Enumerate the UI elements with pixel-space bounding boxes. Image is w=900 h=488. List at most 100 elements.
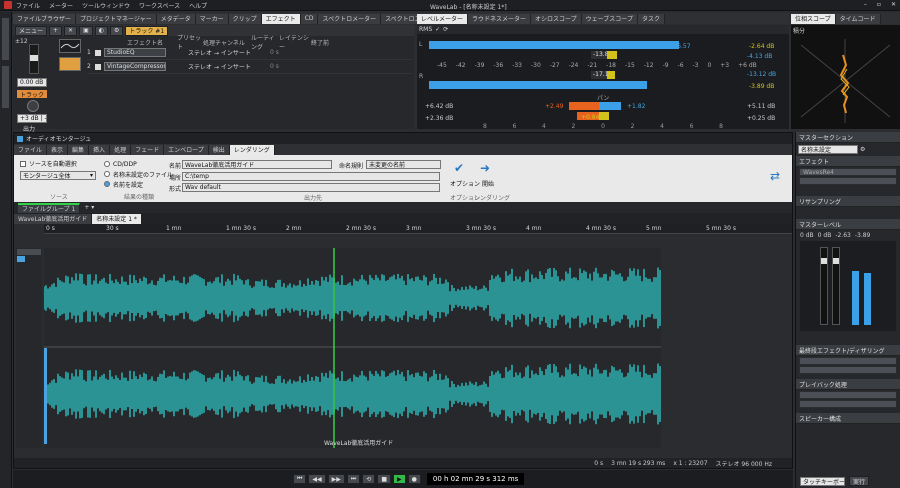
add-group-button[interactable]: + ▾ bbox=[84, 204, 94, 211]
radio-cd-ddp[interactable] bbox=[104, 161, 110, 167]
effect-name-cell[interactable]: StudioEQ bbox=[104, 48, 166, 57]
table-row[interactable]: 2 VintageCompressor ステレオ → インサート 0 s bbox=[87, 60, 412, 74]
tab-marker[interactable]: マーカー bbox=[195, 13, 229, 24]
playback-slot[interactable] bbox=[799, 391, 897, 399]
effect-name-cell[interactable]: VintageCompressor bbox=[104, 62, 166, 71]
fader-handle[interactable] bbox=[30, 55, 38, 61]
remove-effect-button[interactable]: ✕ bbox=[64, 25, 78, 36]
tab-cd[interactable]: CD bbox=[300, 13, 319, 24]
location-field[interactable]: C:\temp bbox=[182, 172, 440, 181]
status-format[interactable]: ステレオ 96 000 Hz bbox=[716, 459, 772, 468]
source-select[interactable]: モンタージュ全体 ▾ bbox=[20, 171, 96, 180]
gain-fader[interactable] bbox=[29, 44, 39, 74]
tab-phase-scope[interactable]: 位相スコープ bbox=[791, 13, 836, 24]
tab-project-manager[interactable]: プロジェクトマネージャー bbox=[76, 13, 157, 24]
record-button[interactable]: ● bbox=[407, 474, 421, 484]
tab-ribbon-insert[interactable]: 挿入 bbox=[89, 144, 111, 155]
menu-tool-windows[interactable]: ツールウィンドウ bbox=[82, 1, 130, 10]
tab-loudness-meter[interactable]: ラウドネスメーター bbox=[468, 13, 532, 24]
menu-help[interactable]: ヘルプ bbox=[189, 1, 207, 10]
resampling-section[interactable]: リサンプリング bbox=[796, 196, 900, 207]
tab-task[interactable]: タスク bbox=[637, 13, 665, 24]
track-mute-icon[interactable] bbox=[17, 256, 25, 262]
header-effect-name[interactable]: エフェクト名 bbox=[127, 38, 177, 47]
tab-oscilloscope[interactable]: オシロスコープ bbox=[531, 13, 582, 24]
header-channel[interactable]: 処理チャンネル bbox=[203, 38, 251, 47]
tab-level-meter[interactable]: レベルメーター bbox=[417, 13, 469, 24]
loop-button[interactable]: ⟲ bbox=[362, 474, 376, 484]
final-fx-slot[interactable] bbox=[799, 366, 897, 374]
menu-meter[interactable]: メーター bbox=[49, 1, 73, 10]
option-label[interactable]: オプション bbox=[450, 179, 480, 188]
stop-button[interactable]: ■ bbox=[377, 474, 391, 484]
tab-ribbon-fade[interactable]: フェード bbox=[131, 144, 165, 155]
practice-button[interactable]: 実行 bbox=[849, 476, 870, 486]
tab-spectrometer[interactable]: スペクトロメーター bbox=[318, 13, 382, 24]
touch-keyboard-field[interactable]: タッチキーボード bbox=[800, 476, 845, 486]
conflict-select[interactable]: 未変更の名前 bbox=[366, 160, 441, 169]
tab-clip[interactable]: クリップ bbox=[228, 13, 262, 24]
meter-settings-icon[interactable]: ✓ bbox=[435, 26, 440, 33]
forward-end-button[interactable]: ⏭ bbox=[346, 474, 361, 484]
effects-section[interactable]: エフェクト bbox=[796, 156, 900, 167]
compressor-icon[interactable] bbox=[59, 57, 81, 71]
tab-ribbon-envelope[interactable]: エンベロープ bbox=[164, 144, 209, 155]
enable-checkbox[interactable] bbox=[95, 63, 101, 70]
master-preset-field[interactable]: 名称未設定 bbox=[798, 145, 858, 154]
transport-time[interactable]: 00 h 02 mn 29 s 312 ms bbox=[426, 473, 525, 485]
final-fx-slot[interactable] bbox=[799, 357, 897, 365]
meter-mode[interactable]: RMS bbox=[419, 26, 432, 33]
menu-workspace[interactable]: ワークスペース bbox=[139, 1, 180, 10]
final-fx-section[interactable]: 最終段エフェクト/ディザリング bbox=[796, 345, 900, 356]
track-select[interactable]: トラック #1 bbox=[125, 25, 169, 36]
master-level-section[interactable]: マスターレベル bbox=[796, 219, 900, 230]
track-button[interactable]: トラック bbox=[17, 90, 47, 99]
tab-timecode[interactable]: タイムコード bbox=[835, 13, 881, 24]
track-header[interactable] bbox=[16, 248, 42, 448]
option-icon[interactable]: ✔ bbox=[454, 161, 468, 175]
add-effect-button[interactable]: + bbox=[49, 25, 63, 36]
waveform-area[interactable]: WaveLab徹底活用ガイド bbox=[44, 248, 661, 448]
table-row[interactable]: 1 StudioEQ ステレオ → インサート 0 s bbox=[87, 46, 412, 60]
status-ratio[interactable]: x 1 : 23207 bbox=[673, 460, 707, 467]
auto-select-checkbox[interactable] bbox=[20, 160, 26, 167]
rewind-button[interactable]: ◀◀ bbox=[308, 474, 326, 484]
playback-section[interactable]: プレイバック処理 bbox=[796, 379, 900, 390]
rewind-start-button[interactable]: ⏮ bbox=[293, 474, 307, 484]
master-section-tab[interactable]: マスターセクション bbox=[796, 132, 900, 143]
file-tab-untitled[interactable]: 名称未設定 1 * bbox=[92, 213, 142, 224]
start-icon[interactable]: ➜ bbox=[480, 161, 494, 175]
tab-ribbon-process[interactable]: 処理 bbox=[110, 144, 132, 155]
header-latency[interactable]: レイテンシー bbox=[279, 33, 311, 51]
tab-metadata[interactable]: メタデータ bbox=[156, 13, 196, 24]
enable-checkbox[interactable] bbox=[95, 49, 101, 56]
menu-file[interactable]: ファイル bbox=[16, 1, 40, 10]
pan-value-field[interactable]: +3 dB | -∞ bbox=[17, 114, 47, 123]
playback-slot[interactable] bbox=[799, 400, 897, 408]
timeline-ruler[interactable]: 0 s 30 s 1 mn 1 mn 30 s 2 mn 2 mn 30 s 3… bbox=[44, 224, 792, 234]
radio-set-name[interactable] bbox=[104, 181, 110, 187]
tab-file-browser[interactable]: ファイルブラウザー bbox=[13, 13, 77, 24]
minimize-icon[interactable]: – bbox=[864, 1, 867, 8]
speaker-section[interactable]: スピーカー構成 bbox=[796, 413, 900, 424]
master-fx-slot[interactable] bbox=[799, 177, 897, 185]
radio-untitled-file[interactable] bbox=[104, 171, 110, 177]
master-fader-left[interactable] bbox=[820, 247, 828, 325]
tab-ribbon-file[interactable]: ファイル bbox=[14, 144, 48, 155]
tab-ribbon-detect[interactable]: 検出 bbox=[208, 144, 230, 155]
master-fx-slot[interactable]: WavesRe4 bbox=[799, 168, 897, 176]
side-tab-icon[interactable] bbox=[2, 18, 9, 60]
menu-button[interactable]: メニュー bbox=[15, 25, 48, 36]
name-field[interactable]: WaveLab徹底活用ガイド bbox=[182, 160, 332, 169]
gain-value-field[interactable]: 0.00 dB bbox=[17, 78, 47, 87]
start-label[interactable]: 開始 bbox=[482, 179, 494, 188]
settings-button[interactable]: ⚙ bbox=[110, 25, 124, 36]
insert-button[interactable]: ▣ bbox=[79, 25, 93, 36]
status-zoom[interactable]: 0 s bbox=[594, 460, 603, 467]
forward-button[interactable]: ▶▶ bbox=[327, 474, 345, 484]
tab-effects[interactable]: エフェクト bbox=[261, 13, 301, 24]
tab-ribbon-render[interactable]: レンダリング bbox=[229, 144, 275, 155]
file-group-tab[interactable]: ファイルグループ 1 bbox=[18, 202, 81, 213]
eq-icon[interactable] bbox=[59, 39, 81, 53]
master-fader-right[interactable] bbox=[832, 247, 840, 325]
